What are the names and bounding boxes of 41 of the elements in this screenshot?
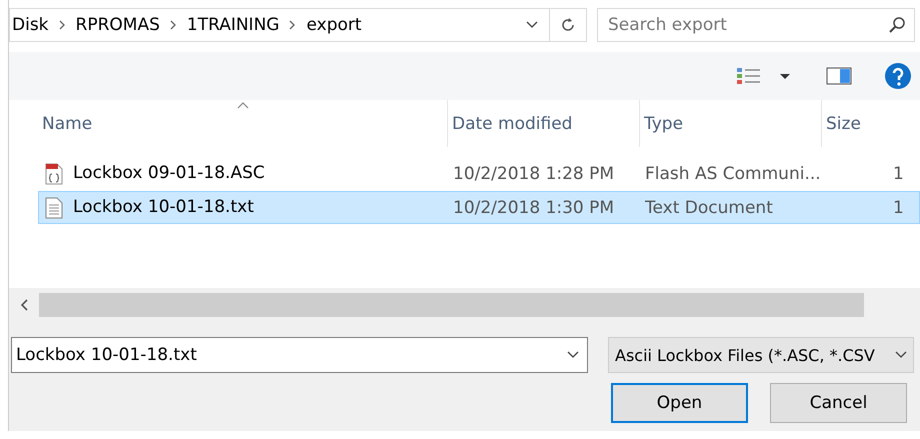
chevron-right-icon (58, 20, 66, 30)
preview-pane-icon[interactable] (826, 66, 852, 86)
help-icon[interactable] (884, 62, 912, 90)
view-options-icon[interactable] (736, 67, 792, 85)
file-name: Lockbox 09-01-18.ASC (73, 162, 265, 184)
chevron-down-icon[interactable] (895, 351, 907, 359)
scroll-left-icon[interactable] (21, 298, 29, 310)
chevron-down-icon[interactable] (526, 21, 538, 29)
chevron-down-icon[interactable] (567, 351, 579, 359)
document-icon (45, 162, 63, 184)
address-bar[interactable]: Disk RPROMAS 1TRAINING export (9, 8, 587, 42)
search-field[interactable]: Search export (597, 8, 915, 42)
file-name-value: Lockbox 10-01-18.txt (16, 345, 197, 365)
search-icon (888, 16, 906, 34)
text-file-icon (45, 196, 63, 218)
breadcrumb-item[interactable]: Disk (12, 15, 49, 35)
file-type-dropdown[interactable]: Ascii Lockbox Files (*.ASC, *.CSV (608, 337, 914, 373)
file-row[interactable]: Lockbox 10-01-18.txt 10/2/2018 1:30 PM Text Document 1 (38, 191, 920, 224)
column-header[interactable]: Name (38, 100, 448, 147)
chevron-right-icon (289, 20, 296, 30)
breadcrumb-item[interactable]: 1TRAINING (186, 15, 280, 35)
breadcrumb-item[interactable]: RPROMAS (76, 15, 160, 35)
file-name-field[interactable]: Lockbox 10-01-18.txt (11, 337, 588, 373)
dialog-button[interactable]: Open (611, 383, 748, 423)
file-name: Lockbox 10-01-18.txt (73, 196, 254, 218)
sort-up-icon (236, 102, 248, 109)
column-header[interactable]: Size (822, 100, 912, 147)
breadcrumb-item[interactable]: export (306, 15, 362, 35)
file-size: 1 (893, 164, 904, 184)
column-header[interactable]: Type (640, 100, 822, 147)
date-modified: 10/2/2018 1:30 PM (453, 198, 614, 218)
search-placeholder: Search export (608, 15, 727, 35)
file-type-value: Ascii Lockbox Files (*.ASC, *.CSV (615, 346, 875, 364)
date-modified: 10/2/2018 1:28 PM (453, 164, 614, 184)
dialog-button[interactable]: Cancel (770, 383, 907, 423)
file-size: 1 (893, 198, 904, 218)
file-row[interactable]: Lockbox 09-01-18.ASC 10/2/2018 1:28 PM Flash AS Communi... 1 (38, 157, 920, 190)
file-type: Flash AS Communi... (645, 164, 821, 184)
column-header[interactable]: Date modified (448, 100, 640, 147)
file-type: Text Document (645, 198, 773, 218)
chevron-right-icon (170, 20, 177, 30)
